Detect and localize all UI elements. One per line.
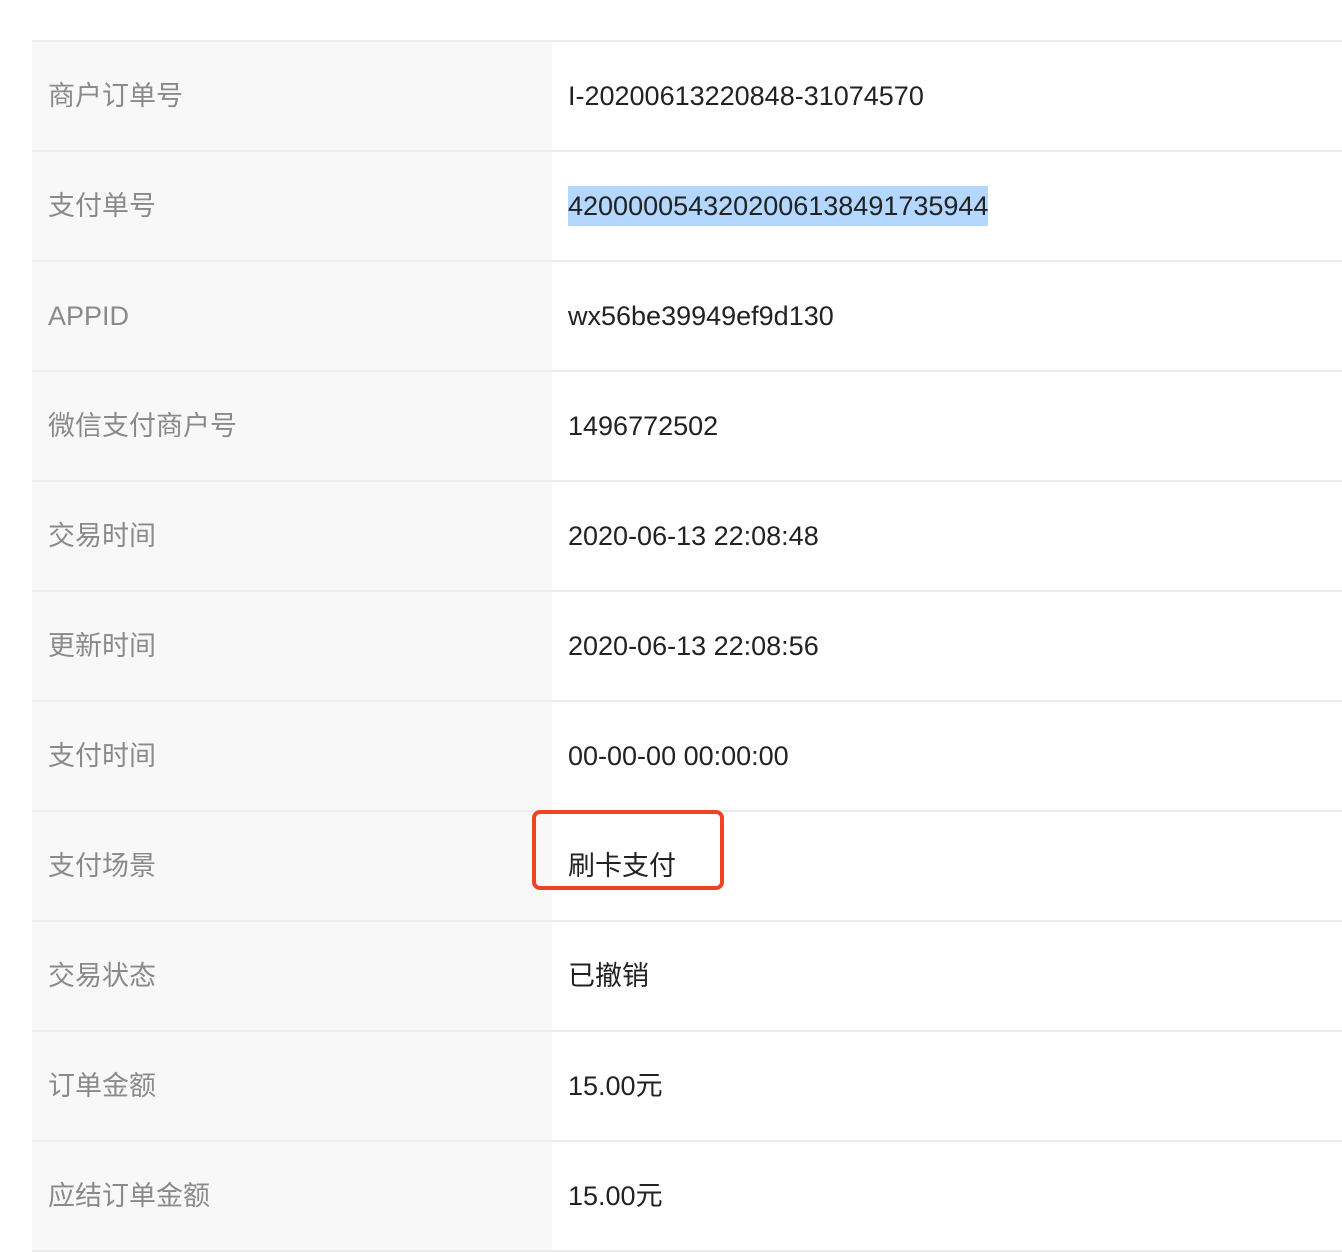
wechat-merchant-no-label: 微信支付商户号 [32,371,552,482]
trade-status-cell: 已撤销 [552,921,1342,1032]
settle-amount-value[interactable]: 15.00元 [568,1178,663,1214]
pay-scene-cell: 刷卡支付 [532,810,1342,922]
trade-time-label: 交易时间 [32,481,552,592]
trade-time-value[interactable]: 2020-06-13 22:08:48 [568,518,819,554]
wechat-merchant-no-cell: 1496772502 [552,371,1342,482]
row-pay-time: 支付时间 00-00-00 00:00:00 [32,701,1342,812]
row-pay-scene: 支付场景 刷卡支付 [32,810,1342,922]
update-time-value[interactable]: 2020-06-13 22:08:56 [568,628,819,664]
appid-cell: wx56be39949ef9d130 [552,261,1342,372]
update-time-label: 更新时间 [32,591,552,702]
row-trade-status: 交易状态 已撤销 [32,921,1342,1032]
merchant-order-no-value[interactable]: I-20200613220848-31074570 [568,78,924,114]
row-wechat-merchant-no: 微信支付商户号 1496772502 [32,371,1342,482]
appid-label: APPID [32,261,552,372]
pay-time-cell: 00-00-00 00:00:00 [552,701,1342,812]
row-appid: APPID wx56be39949ef9d130 [32,261,1342,372]
settle-amount-cell: 15.00元 [552,1141,1342,1252]
payment-no-cell: 4200000543202006138491735944 [552,151,1342,262]
row-merchant-order-no: 商户订单号 I-20200613220848-31074570 [32,41,1342,152]
settle-amount-label: 应结订单金额 [32,1141,552,1252]
pay-scene-label: 支付场景 [32,811,552,922]
order-amount-cell: 15.00元 [552,1031,1342,1142]
order-amount-label: 订单金额 [32,1031,552,1142]
pay-scene-value-highlighted[interactable]: 刷卡支付 [532,810,724,890]
order-detail-table: 商户订单号 I-20200613220848-31074570 支付单号 420… [32,40,1342,1252]
payment-no-label: 支付单号 [32,151,552,262]
payment-no-value-selected[interactable]: 4200000543202006138491735944 [568,186,989,226]
row-trade-time: 交易时间 2020-06-13 22:08:48 [32,481,1342,592]
row-settle-amount: 应结订单金额 15.00元 [32,1141,1342,1252]
row-payment-no: 支付单号 4200000543202006138491735944 [32,151,1342,262]
trade-status-value[interactable]: 已撤销 [568,958,649,994]
trade-status-label: 交易状态 [32,921,552,1032]
pay-time-label: 支付时间 [32,701,552,812]
trade-time-cell: 2020-06-13 22:08:48 [552,481,1342,592]
appid-value[interactable]: wx56be39949ef9d130 [568,298,834,334]
pay-time-value[interactable]: 00-00-00 00:00:00 [568,738,789,774]
row-update-time: 更新时间 2020-06-13 22:08:56 [32,591,1342,702]
merchant-order-no-cell: I-20200613220848-31074570 [552,41,1342,152]
merchant-order-no-label: 商户订单号 [32,41,552,152]
row-order-amount: 订单金额 15.00元 [32,1031,1342,1142]
wechat-merchant-no-value[interactable]: 1496772502 [568,408,718,444]
order-amount-value[interactable]: 15.00元 [568,1068,663,1104]
update-time-cell: 2020-06-13 22:08:56 [552,591,1342,702]
